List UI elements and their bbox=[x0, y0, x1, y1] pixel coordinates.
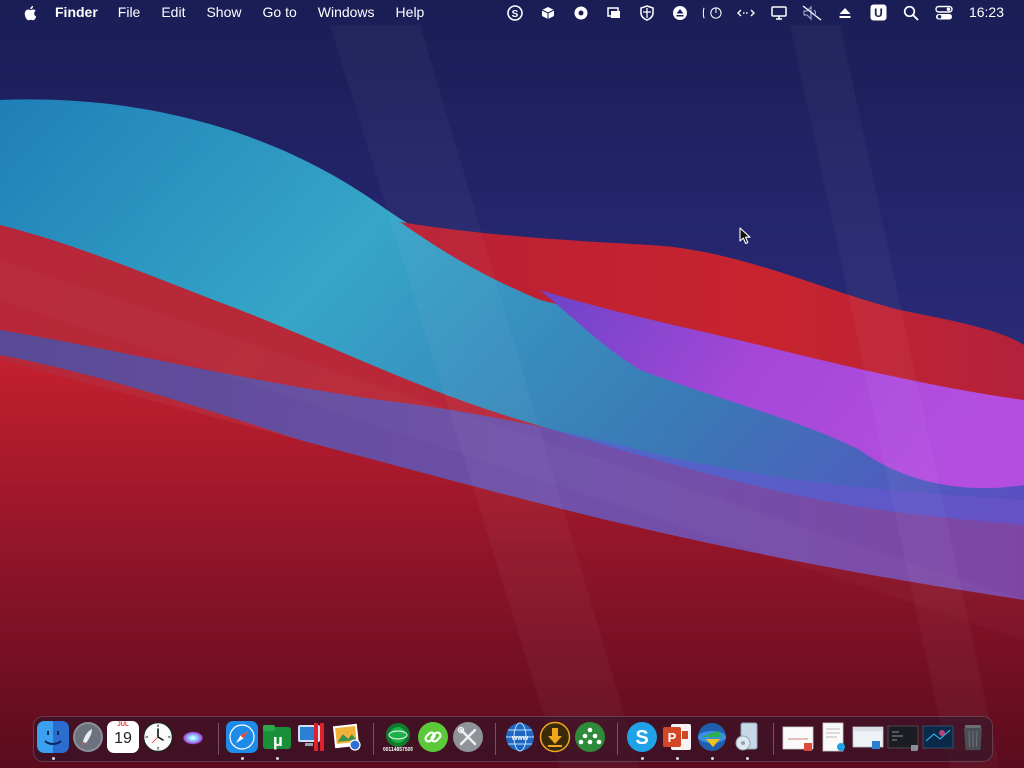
power-icon[interactable] bbox=[702, 2, 724, 24]
installer-running-dot bbox=[746, 757, 749, 760]
search-icon[interactable] bbox=[900, 2, 922, 24]
safari-running-dot bbox=[241, 757, 244, 760]
eject-icon[interactable] bbox=[834, 2, 856, 24]
dock-separator bbox=[617, 723, 618, 755]
desktop-wallpaper bbox=[0, 0, 1024, 768]
svg-text:www: www bbox=[511, 735, 529, 742]
eject-circle-icon[interactable] bbox=[669, 2, 691, 24]
mouse-cursor-icon bbox=[739, 227, 751, 245]
safari-icon[interactable] bbox=[226, 721, 258, 753]
dock-separator bbox=[373, 723, 374, 755]
clock-icon[interactable] bbox=[142, 721, 174, 753]
dock-separator bbox=[495, 723, 496, 755]
menu-file[interactable]: File bbox=[118, 0, 141, 25]
skype-running-dot bbox=[641, 757, 644, 760]
window-icon[interactable] bbox=[852, 721, 884, 753]
svg-text:µ: µ bbox=[273, 731, 283, 750]
stack-icon[interactable] bbox=[603, 2, 625, 24]
svg-text:P: P bbox=[668, 730, 677, 745]
parallels-icon[interactable] bbox=[296, 721, 328, 753]
status-area: S U 16:23 bbox=[499, 0, 1024, 25]
menu-windows[interactable]: Windows bbox=[318, 0, 375, 25]
gear-shield-icon[interactable] bbox=[570, 2, 592, 24]
svg-text:U: U bbox=[874, 6, 883, 20]
siri-icon[interactable] bbox=[177, 721, 209, 753]
dock-separator bbox=[218, 723, 219, 755]
launchpad-icon[interactable] bbox=[72, 721, 104, 753]
idm-icon[interactable] bbox=[696, 721, 728, 753]
menu-app-name[interactable]: Finder bbox=[55, 0, 98, 25]
menu-bar: Finder File Edit Show Go to Windows Help… bbox=[0, 0, 1024, 25]
dock: JUL 19 µ 00114857505 www S P bbox=[33, 716, 993, 762]
powerpoint-running-dot bbox=[676, 757, 679, 760]
u-badge-icon[interactable]: U bbox=[867, 2, 889, 24]
link-icon[interactable] bbox=[417, 721, 449, 753]
svg-text:S: S bbox=[512, 9, 519, 20]
powerpoint-icon[interactable]: P bbox=[661, 721, 693, 753]
dock-separator bbox=[773, 723, 774, 755]
finder-icon[interactable] bbox=[37, 721, 69, 753]
screenshot-icon[interactable] bbox=[922, 721, 954, 753]
box-icon[interactable] bbox=[537, 2, 559, 24]
download-icon[interactable] bbox=[539, 721, 571, 753]
trash-icon[interactable] bbox=[957, 721, 989, 753]
idm-running-dot bbox=[711, 757, 714, 760]
terminal-icon[interactable] bbox=[887, 721, 919, 753]
shield-icon[interactable] bbox=[636, 2, 658, 24]
menu-go-to[interactable]: Go to bbox=[263, 0, 297, 25]
menu-edit[interactable]: Edit bbox=[161, 0, 185, 25]
svg-text:00114857505: 00114857505 bbox=[383, 747, 414, 753]
menu-clock[interactable]: 16:23 bbox=[969, 0, 1004, 25]
calendar-day: 19 bbox=[114, 730, 132, 747]
calendar-month-label: JUL bbox=[117, 722, 129, 728]
preview-icon[interactable] bbox=[331, 721, 363, 753]
rain-icon[interactable] bbox=[574, 721, 606, 753]
control-center-icon[interactable] bbox=[933, 2, 955, 24]
mute-icon[interactable] bbox=[801, 2, 823, 24]
apple-menu-icon[interactable] bbox=[21, 4, 39, 22]
skype-icon[interactable]: S bbox=[626, 721, 658, 753]
globe-icon[interactable]: www bbox=[504, 721, 536, 753]
document-icon[interactable] bbox=[782, 721, 814, 753]
document-icon[interactable] bbox=[817, 721, 849, 753]
menu-show[interactable]: Show bbox=[206, 0, 241, 25]
calendar-icon[interactable]: JUL 19 bbox=[107, 721, 139, 753]
utorrent-running-dot bbox=[276, 757, 279, 760]
skype-icon[interactable]: S bbox=[504, 2, 526, 24]
installer-icon[interactable] bbox=[731, 721, 763, 753]
vpn-icon[interactable]: 00114857505 bbox=[382, 721, 414, 753]
svg-text:S: S bbox=[635, 727, 648, 749]
network-arrows-icon[interactable] bbox=[735, 2, 757, 24]
finder-running-dot bbox=[52, 757, 55, 760]
utorrent-icon[interactable]: µ bbox=[261, 721, 293, 753]
display-icon[interactable] bbox=[768, 2, 790, 24]
tools-icon[interactable] bbox=[452, 721, 484, 753]
menu-help[interactable]: Help bbox=[396, 0, 425, 25]
